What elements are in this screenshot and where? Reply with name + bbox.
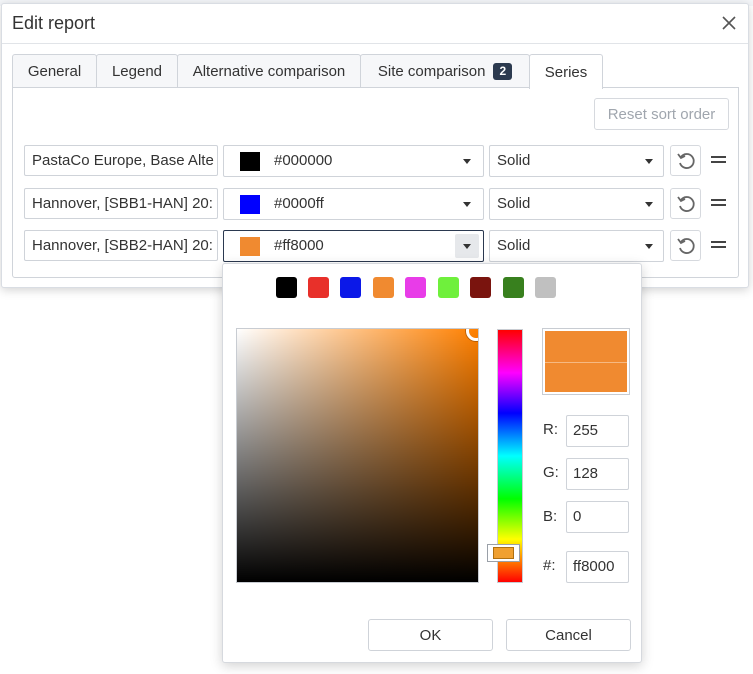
color-hex-value: #000000 bbox=[274, 152, 333, 169]
tab-series-label: Series bbox=[544, 63, 588, 81]
tab-legend[interactable]: Legend bbox=[96, 54, 178, 88]
tab-site-comparison-label: Site comparison bbox=[377, 63, 486, 80]
preset-swatch-red[interactable] bbox=[308, 277, 329, 298]
r-input[interactable]: 255 bbox=[566, 415, 629, 447]
undo-button[interactable] bbox=[670, 230, 701, 261]
color-hex-value: #0000ff bbox=[274, 195, 324, 212]
preset-swatch-lime[interactable] bbox=[438, 277, 459, 298]
preset-swatch-magenta[interactable] bbox=[405, 277, 426, 298]
chevron-down-icon[interactable] bbox=[455, 149, 479, 173]
dialog-title: Edit report bbox=[12, 13, 96, 33]
color-preview bbox=[542, 328, 630, 395]
preset-swatch-dark-red[interactable] bbox=[470, 277, 491, 298]
b-input[interactable]: 0 bbox=[566, 501, 629, 533]
chevron-down-icon bbox=[645, 202, 653, 207]
line-style-select[interactable]: Solid bbox=[489, 188, 664, 220]
g-input[interactable]: 128 bbox=[566, 458, 629, 490]
preset-swatch-green[interactable] bbox=[503, 277, 524, 298]
color-swatch bbox=[240, 195, 260, 214]
color-picker-popup: R: 255 G: 128 B: 0 #: ff8000 OK Cancel bbox=[222, 263, 642, 663]
line-style-value: Solid bbox=[497, 195, 531, 212]
undo-icon bbox=[676, 237, 695, 254]
chevron-down-icon bbox=[645, 159, 653, 164]
drag-handle-icon[interactable] bbox=[711, 156, 726, 164]
edit-report-dialog: Edit report General Legend Alternative c… bbox=[1, 3, 749, 288]
hex-label: #: bbox=[543, 557, 556, 574]
series-name-input[interactable]: Hannover, [SBB1-HAN] 20: bbox=[24, 188, 218, 219]
r-label: R: bbox=[543, 421, 558, 438]
b-label: B: bbox=[543, 508, 558, 525]
tab-general[interactable]: General bbox=[12, 54, 97, 88]
undo-button[interactable] bbox=[670, 188, 701, 219]
series-name-input[interactable]: Hannover, [SBB2-HAN] 20: bbox=[24, 230, 218, 261]
undo-icon bbox=[676, 195, 695, 212]
cancel-button[interactable]: Cancel bbox=[506, 619, 631, 651]
color-swatch bbox=[240, 152, 260, 171]
drag-handle-icon[interactable] bbox=[711, 199, 726, 207]
line-style-select[interactable]: Solid bbox=[489, 145, 664, 177]
undo-button[interactable] bbox=[670, 145, 701, 176]
chevron-down-icon bbox=[645, 244, 653, 249]
undo-icon bbox=[676, 152, 695, 169]
series-color-select[interactable]: #000000 bbox=[223, 145, 484, 177]
color-hex-value: #ff8000 bbox=[274, 237, 324, 254]
line-style-select[interactable]: Solid bbox=[489, 230, 664, 262]
hex-input[interactable]: ff8000 bbox=[566, 551, 629, 583]
chevron-down-icon[interactable] bbox=[455, 192, 479, 216]
tab-legend-label: Legend bbox=[111, 63, 163, 80]
chevron-down-icon[interactable] bbox=[455, 234, 479, 258]
tab-alternative-comparison-label: Alternative comparison bbox=[192, 63, 346, 80]
series-color-select[interactable]: #0000ff bbox=[223, 188, 484, 220]
preset-swatch-blue[interactable] bbox=[340, 277, 361, 298]
close-icon[interactable] bbox=[718, 12, 740, 34]
site-comparison-badge: 2 bbox=[493, 63, 513, 80]
title-separator bbox=[2, 43, 748, 44]
tab-alternative-comparison[interactable]: Alternative comparison bbox=[177, 54, 361, 88]
line-style-value: Solid bbox=[497, 237, 531, 254]
tab-series[interactable]: Series bbox=[529, 54, 603, 89]
saturation-value-area[interactable] bbox=[236, 328, 479, 583]
preset-swatch-orange[interactable] bbox=[373, 277, 394, 298]
preset-swatch-black[interactable] bbox=[276, 277, 297, 298]
series-color-select[interactable]: #ff8000 bbox=[223, 230, 484, 262]
tab-general-label: General bbox=[27, 63, 82, 80]
drag-handle-icon[interactable] bbox=[711, 241, 726, 249]
reset-sort-order-button[interactable]: Reset sort order bbox=[594, 98, 729, 130]
ok-button[interactable]: OK bbox=[368, 619, 493, 651]
g-label: G: bbox=[543, 464, 559, 481]
preset-swatch-gray[interactable] bbox=[535, 277, 556, 298]
line-style-value: Solid bbox=[497, 152, 531, 169]
color-swatch bbox=[240, 237, 260, 256]
tab-site-comparison[interactable]: Site comparison 2 bbox=[360, 54, 530, 88]
hue-slider-handle[interactable] bbox=[487, 544, 520, 562]
series-name-input[interactable]: PastaCo Europe, Base Alte bbox=[24, 145, 218, 176]
